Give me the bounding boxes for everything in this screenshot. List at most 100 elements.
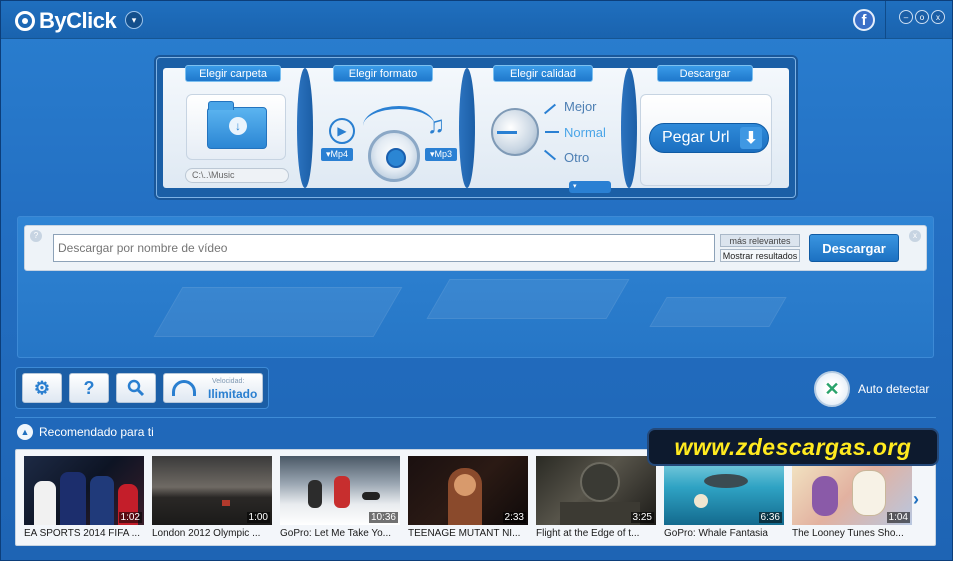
help-button[interactable]: ? bbox=[69, 373, 109, 403]
video-thumbnail[interactable]: 10:36 GoPro: Let Me Take Yo... bbox=[280, 456, 400, 542]
sort-most-relevant[interactable]: más relevantes bbox=[720, 234, 800, 247]
audio-format-value: Mp3 bbox=[434, 149, 453, 159]
gear-icon: ⚙ bbox=[33, 377, 51, 398]
search-close-icon[interactable]: x bbox=[909, 230, 921, 242]
video-title: TEENAGE MUTANT NI... bbox=[408, 528, 521, 539]
maximize-button[interactable]: o bbox=[915, 10, 929, 24]
background-decoration bbox=[153, 287, 403, 337]
folder-path: C:\..\Music bbox=[185, 168, 289, 183]
section-divider bbox=[15, 417, 936, 418]
panel-divider bbox=[459, 68, 475, 188]
thumbnail-image: 2:33 bbox=[408, 456, 528, 525]
format-panel-inner: Elegir carpeta Elegir formato Elegir cal… bbox=[163, 65, 789, 193]
video-duration: 1:04 bbox=[886, 512, 910, 523]
thumbnail-image: 10:36 bbox=[280, 456, 400, 525]
speed-value: Ilimitado bbox=[208, 387, 258, 401]
show-results-button[interactable]: Mostrar resultados bbox=[720, 249, 800, 262]
quality-connector bbox=[543, 149, 557, 161]
video-thumbnail[interactable]: 1:00 London 2012 Olympic ... bbox=[152, 456, 272, 542]
toolbar: ⚙ ? Velocidad: Ilimitado bbox=[15, 367, 269, 409]
quality-dropdown[interactable]: ▾ bbox=[569, 181, 611, 193]
video-duration: 6:36 bbox=[758, 512, 782, 523]
search-icon bbox=[127, 379, 145, 397]
close-button[interactable]: x bbox=[931, 10, 945, 24]
search-panel: ? más relevantes Mostrar resultados Desc… bbox=[17, 216, 934, 358]
video-thumbnail[interactable]: 6:36 GoPro: Whale Fantasia bbox=[664, 456, 784, 542]
background-decoration bbox=[649, 297, 787, 327]
quality-knob-icon[interactable] bbox=[491, 108, 539, 156]
choose-format-tab: Elegir formato bbox=[333, 65, 433, 82]
paste-url-button[interactable]: Pegar Url ⬇ bbox=[649, 123, 769, 153]
minimize-button[interactable]: – bbox=[899, 10, 913, 24]
video-format-select[interactable]: ▾Mp4 bbox=[321, 148, 354, 161]
video-thumbnail[interactable]: 3:25 Flight at the Edge of t... bbox=[536, 456, 656, 542]
auto-detect-label: Auto detectar bbox=[858, 382, 930, 396]
video-duration: 1:02 bbox=[118, 512, 142, 523]
thumbnail-image: 1:02 bbox=[24, 456, 144, 525]
help-icon: ? bbox=[83, 377, 95, 398]
app-menu-button[interactable]: ▾ bbox=[125, 11, 143, 29]
title-bar: ByClick ▾ f – o x bbox=[1, 1, 952, 39]
thumbnail-image: 6:36 bbox=[664, 456, 784, 525]
search-input[interactable] bbox=[53, 234, 715, 262]
download-arrow-icon: ↓ bbox=[229, 117, 247, 135]
settings-button[interactable]: ⚙ bbox=[22, 373, 62, 403]
download-tab: Descargar bbox=[657, 65, 753, 82]
app-logo: ByClick bbox=[15, 8, 117, 34]
thumbnail-image: 1:00 bbox=[152, 456, 272, 525]
choose-folder-button[interactable]: ↓ bbox=[186, 94, 286, 160]
video-thumbnail[interactable]: 1:04 The Looney Tunes Sho... bbox=[792, 456, 912, 542]
app-title: ByClick bbox=[39, 8, 117, 33]
video-title: GoPro: Let Me Take Yo... bbox=[280, 528, 391, 539]
video-duration: 1:00 bbox=[246, 512, 270, 523]
chevron-right-icon[interactable]: › bbox=[913, 489, 919, 510]
video-title: Flight at the Edge of t... bbox=[536, 528, 640, 539]
download-box: Pegar Url ⬇ bbox=[640, 94, 772, 186]
paste-url-label: Pegar Url bbox=[662, 129, 730, 146]
video-play-icon[interactable]: ▶ bbox=[329, 118, 355, 144]
speed-button[interactable]: Velocidad: Ilimitado bbox=[163, 373, 263, 403]
audio-format-select[interactable]: ▾Mp3 bbox=[425, 148, 458, 161]
auto-detect-icon: ✕ bbox=[814, 371, 850, 407]
thumbnail-image: 3:25 bbox=[536, 456, 656, 525]
facebook-icon[interactable]: f bbox=[853, 9, 875, 31]
video-duration: 2:33 bbox=[502, 512, 526, 523]
quality-option-best[interactable]: Mejor bbox=[564, 99, 597, 114]
video-format-value: Mp4 bbox=[330, 149, 349, 159]
video-title: EA SPORTS 2014 FIFA ... bbox=[24, 528, 140, 539]
video-title: London 2012 Olympic ... bbox=[152, 528, 261, 539]
quality-option-other[interactable]: Otro bbox=[564, 150, 589, 165]
thumbnail-image: 1:04 bbox=[792, 456, 912, 525]
byclick-logo-icon bbox=[15, 11, 35, 31]
panel-divider bbox=[621, 68, 637, 188]
speedometer-icon bbox=[172, 380, 196, 396]
video-title: GoPro: Whale Fantasia bbox=[664, 528, 768, 539]
video-duration: 10:36 bbox=[368, 512, 398, 523]
auto-detect-button[interactable]: ✕ Auto detectar bbox=[814, 371, 929, 407]
choose-folder-tab: Elegir carpeta bbox=[185, 65, 281, 82]
background-decoration bbox=[426, 279, 630, 319]
video-duration: 3:25 bbox=[630, 512, 654, 523]
folder-icon: ↓ bbox=[207, 101, 267, 149]
titlebar-divider bbox=[885, 1, 886, 39]
recommended-title: Recomendado para ti bbox=[39, 425, 154, 439]
collapse-chevron-up-icon[interactable]: ▲ bbox=[17, 424, 33, 440]
search-bar: ? más relevantes Mostrar resultados Desc… bbox=[24, 225, 927, 271]
video-thumbnail[interactable]: 1:02 EA SPORTS 2014 FIFA ... bbox=[24, 456, 144, 542]
panel-divider bbox=[297, 68, 313, 188]
app-window: ByClick ▾ f – o x Elegir carpeta Elegir … bbox=[0, 0, 953, 561]
format-dial-icon[interactable] bbox=[368, 130, 420, 182]
video-thumbnail[interactable]: 2:33 TEENAGE MUTANT NI... bbox=[408, 456, 528, 542]
download-arrow-icon: ⬇ bbox=[740, 127, 762, 149]
video-title: The Looney Tunes Sho... bbox=[792, 528, 904, 539]
search-button[interactable] bbox=[116, 373, 156, 403]
quality-connector bbox=[545, 131, 559, 133]
recommended-header: ▲ Recomendado para ti bbox=[17, 424, 154, 440]
quality-connector bbox=[543, 103, 557, 115]
quality-option-normal[interactable]: Normal bbox=[564, 125, 606, 140]
format-panel: Elegir carpeta Elegir formato Elegir cal… bbox=[156, 57, 796, 198]
search-download-button[interactable]: Descargar bbox=[809, 234, 899, 262]
watermark: www.zdescargas.org bbox=[647, 428, 939, 466]
speed-label: Velocidad: bbox=[212, 378, 245, 385]
search-help-icon[interactable]: ? bbox=[30, 230, 42, 242]
